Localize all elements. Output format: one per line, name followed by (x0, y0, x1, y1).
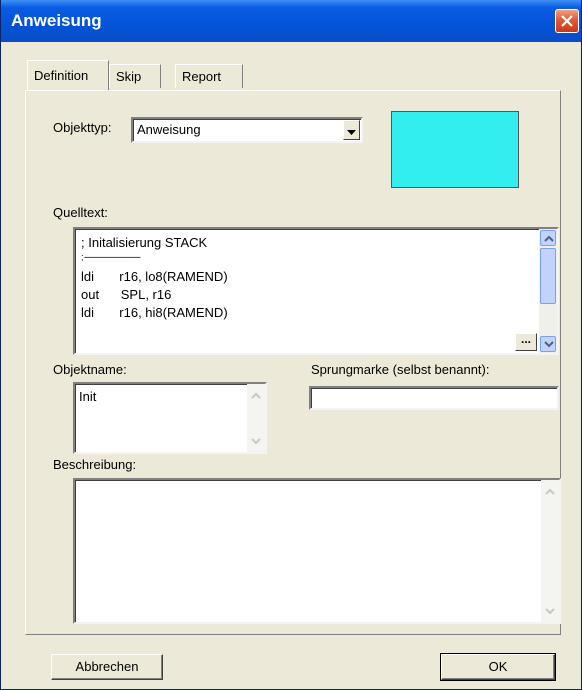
tab-report[interactable]: Report (175, 64, 243, 88)
ellipsis-button[interactable]: ... (515, 333, 537, 351)
quelltext-label: Quelltext: (53, 205, 108, 220)
quelltext-editor[interactable]: ; Initalisierung STACK ; ---------------… (73, 227, 559, 355)
chevron-up-icon (251, 392, 261, 399)
code-line: ldi r16, hi8(RAMEND) (81, 305, 228, 320)
chevron-up-icon (544, 235, 554, 242)
scroll-up-button (542, 484, 558, 500)
code-line: ; Initalisierung STACK (81, 235, 208, 250)
chevron-down-icon (545, 608, 555, 615)
color-swatch[interactable] (391, 111, 519, 188)
objektname-scrollbar (247, 384, 265, 452)
chevron-up-icon (545, 488, 555, 495)
code-line: out SPL, r16 (81, 287, 172, 302)
objektname-value: Init (79, 389, 97, 404)
cancel-button[interactable]: Abbrechen (51, 654, 163, 680)
close-icon (561, 15, 573, 27)
window-title: Anweisung (11, 11, 102, 30)
chevron-down-icon (251, 438, 261, 445)
close-button[interactable] (555, 9, 579, 33)
chevron-down-icon (544, 341, 554, 348)
objekttyp-select[interactable]: Anweisung (131, 117, 363, 143)
code-line: ldi r16, lo8(RAMEND) (81, 269, 228, 284)
beschreibung-textarea[interactable] (73, 478, 561, 624)
tab-skip[interactable]: Skip (109, 64, 161, 88)
scroll-up-button[interactable] (540, 230, 556, 246)
objektname-label: Objektname: (53, 362, 127, 377)
code-line: ; ---------------------------- (81, 252, 141, 262)
scroll-down-button (248, 434, 264, 450)
sprungmarke-input[interactable] (309, 386, 559, 410)
tab-definition-label: Definition (34, 68, 89, 83)
ok-button[interactable]: OK (440, 653, 556, 681)
scroll-down-button[interactable] (540, 336, 556, 352)
title-bar[interactable]: Anweisung (1, 0, 581, 42)
beschreibung-label: Beschreibung: (53, 457, 137, 472)
beschreibung-scrollbar (541, 480, 559, 622)
objekttyp-label: Objekttyp: (53, 120, 112, 135)
scroll-thumb[interactable] (540, 248, 556, 304)
sprungmarke-label: Sprungmarke (selbst benannt): (311, 362, 490, 377)
scroll-up-button (248, 388, 264, 404)
quelltext-scrollbar[interactable] (539, 229, 557, 353)
scroll-down-button (542, 604, 558, 620)
objekttyp-dropdown-button[interactable] (343, 120, 360, 140)
tab-definition[interactable]: Definition (27, 60, 109, 90)
tab-skip-label: Skip (116, 69, 142, 84)
tab-report-label: Report (182, 69, 222, 84)
objekttyp-value: Anweisung (137, 122, 201, 137)
dialog-window: Anweisung Definition Skip Report Objektt… (0, 0, 582, 690)
chevron-down-icon (347, 130, 356, 135)
objektname-field[interactable]: Init (73, 382, 267, 454)
